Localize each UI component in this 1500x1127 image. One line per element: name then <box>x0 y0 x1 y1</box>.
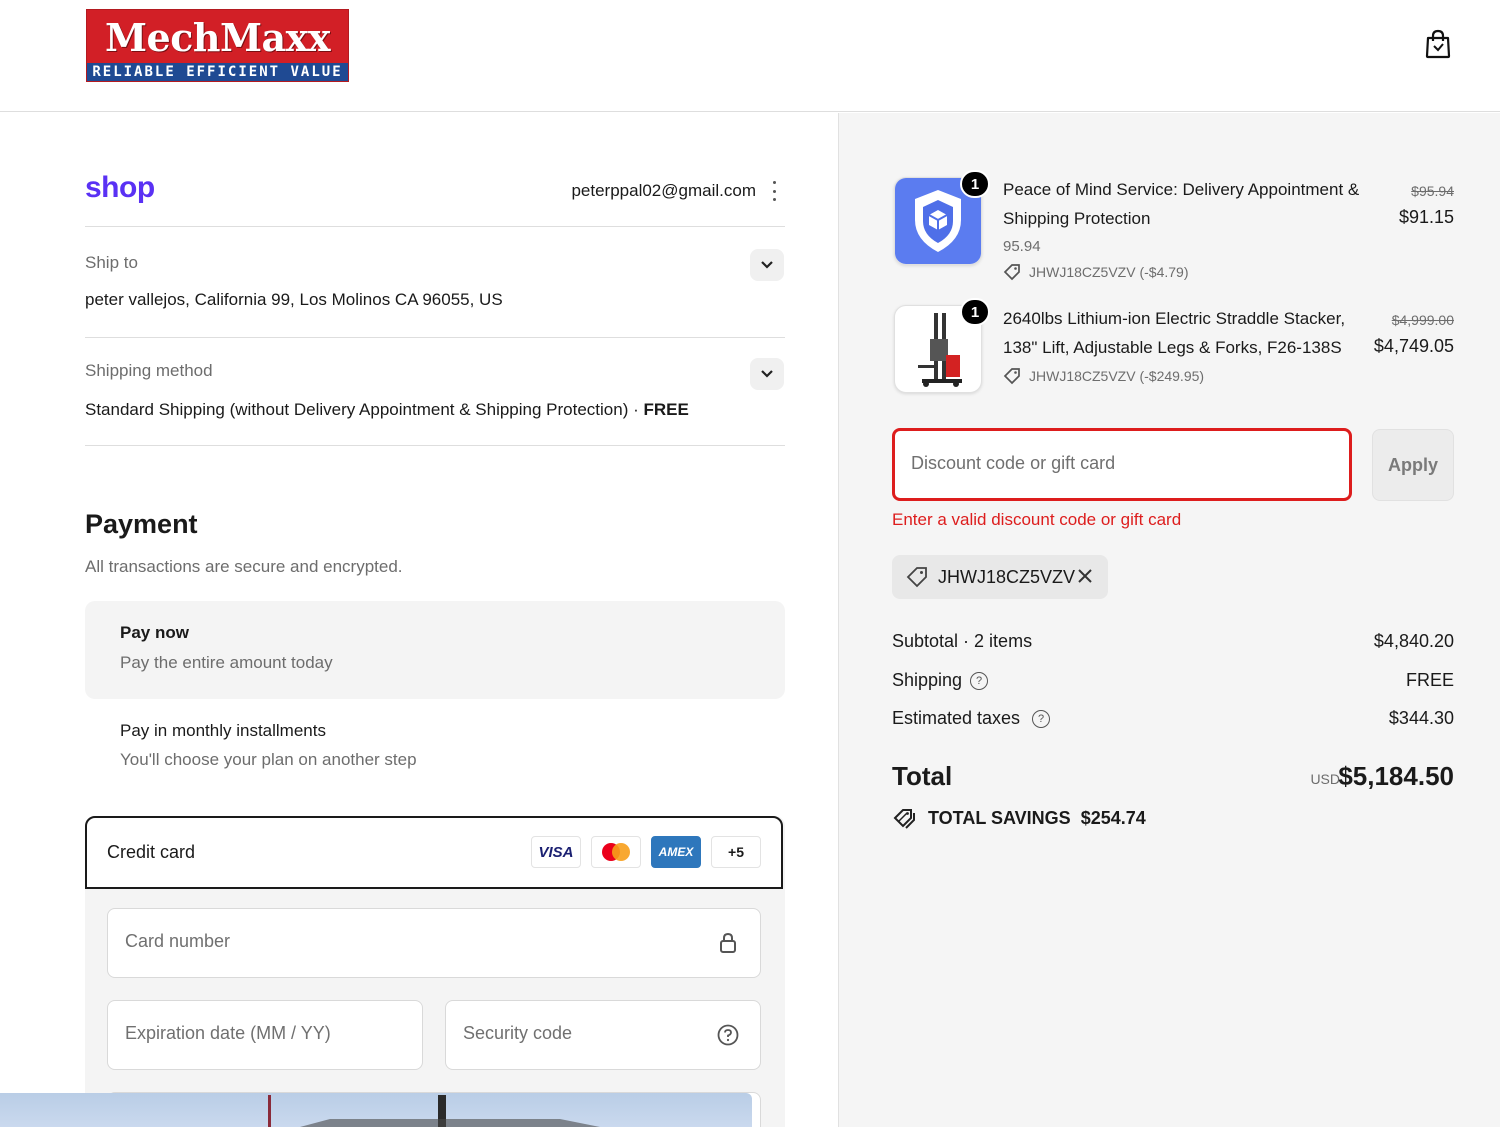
divider <box>85 226 785 227</box>
shipping-row-label: Shipping ? <box>892 670 989 691</box>
stacker-image <box>918 313 962 387</box>
product-title: Peace of Mind Service: Delivery Appointm… <box>1003 175 1359 233</box>
tag-icon <box>1003 368 1020 385</box>
site-header: MechMaxx RELIABLE EFFICIENT VALUE <box>0 0 1500 112</box>
quantity-badge: 1 <box>960 170 990 198</box>
taxes-label: Estimated taxes <box>892 708 1021 728</box>
expiration-date-field[interactable]: Expiration date (MM / YY) <box>107 1000 423 1070</box>
security-code-placeholder: Security code <box>463 1023 573 1043</box>
close-icon <box>1078 569 1092 583</box>
mechmaxx-logo[interactable]: MechMaxx RELIABLE EFFICIENT VALUE <box>86 9 349 82</box>
product-discount: JHWJ18CZ5VZV (-$4.79) <box>1003 263 1188 281</box>
shipping-label: Shipping <box>892 670 963 690</box>
product-original-price: $95.94 <box>1411 183 1454 199</box>
divider <box>85 337 785 338</box>
taxes-value: $344.30 <box>1388 708 1454 728</box>
credit-card-label: Credit card <box>107 842 196 862</box>
product-title-line: 2640lbs Lithium-ion Electric Straddle St… <box>1003 309 1346 328</box>
product-original-price: $4,999.00 <box>1391 312 1454 328</box>
shipping-method-name: Standard Shipping (without Delivery Appo… <box>85 400 629 419</box>
card-number-field[interactable]: Card number <box>107 908 761 978</box>
payment-option-installments[interactable]: Pay in monthly installments You'll choos… <box>85 709 785 799</box>
help-icon[interactable]: ? <box>970 671 989 690</box>
security-code-field[interactable]: Security code <box>445 1000 761 1070</box>
help-icon[interactable] <box>716 1023 740 1047</box>
ship-to-label: Ship to <box>85 253 138 272</box>
product-price: $4,749.05 <box>1373 336 1454 356</box>
total-currency: USD <box>1310 771 1340 787</box>
product-discount-text: JHWJ18CZ5VZV (-$249.95) <box>1029 368 1205 384</box>
credit-card-option[interactable]: Credit card VISA AMEX +5 <box>85 816 783 889</box>
payment-title: Payment <box>85 509 198 539</box>
shipping-method-label: Shipping method <box>85 361 213 380</box>
total-savings-value: $254.74 <box>1080 807 1146 828</box>
applied-discount-chip: JHWJ18CZ5VZV <box>892 555 1108 599</box>
shipping-method-separator: · <box>628 400 644 419</box>
discount-error-message: Enter a valid discount code or gift card <box>892 510 1182 529</box>
shipping-value: FREE <box>1405 670 1454 690</box>
shipping-method-price: FREE <box>643 400 689 419</box>
card-number-placeholder: Card number <box>125 931 231 951</box>
product-title-line: 138" Lift, Adjustable Legs & Forks, F26-… <box>1003 338 1342 357</box>
chevron-down-icon <box>761 370 773 378</box>
option-subtitle: You'll choose your plan on another step <box>120 750 417 769</box>
shipping-method-toggle[interactable] <box>750 358 784 390</box>
subtotal-value: $4,840.20 <box>1373 631 1454 651</box>
taxes-row-label: Estimated taxes ? <box>892 708 1051 729</box>
chevron-down-icon <box>761 261 773 269</box>
option-title: Pay in monthly installments <box>120 721 326 740</box>
bottom-overlay-image <box>0 1093 752 1127</box>
account-menu-icon[interactable] <box>770 181 778 201</box>
checkout-main: shop peterppal02@gmail.com Ship to peter… <box>0 113 838 1127</box>
shopping-bag-icon <box>1425 29 1451 59</box>
tag-icon <box>906 567 927 588</box>
option-title: Pay now <box>120 623 189 642</box>
product-price: $91.15 <box>1398 207 1454 227</box>
credit-card-section: Credit card VISA AMEX +5 Card number Exp… <box>85 816 785 1127</box>
product-title-line: Peace of Mind Service: Delivery Appointm… <box>1003 180 1360 199</box>
ship-to-address: peter vallejos, California 99, Los Molin… <box>85 290 503 309</box>
discount-code-input[interactable]: Discount code or gift card <box>892 428 1352 501</box>
payment-option-pay-now[interactable]: Pay now Pay the entire amount today <box>85 601 785 699</box>
shipping-method-value: Standard Shipping (without Delivery Appo… <box>85 400 689 420</box>
mastercard-logo <box>591 836 641 868</box>
quantity-badge: 1 <box>960 298 990 326</box>
apply-discount-button[interactable]: Apply <box>1372 429 1454 501</box>
product-title: 2640lbs Lithium-ion Electric Straddle St… <box>1003 304 1345 362</box>
lock-icon <box>716 931 740 955</box>
logo-tagline: RELIABLE EFFICIENT VALUE <box>87 63 348 81</box>
shop-pay-logo: shop <box>85 171 155 204</box>
option-subtitle: Pay the entire amount today <box>120 653 333 672</box>
total-label: Total <box>892 761 953 791</box>
total-savings: TOTAL SAVINGS $254.74 <box>892 807 1146 829</box>
tags-icon <box>893 809 915 829</box>
more-brands-badge: +5 <box>711 836 761 868</box>
payment-subtitle: All transactions are secure and encrypte… <box>85 557 403 576</box>
account-email: peterppal02@gmail.com <box>571 181 756 200</box>
mastercard-icon <box>602 843 630 861</box>
remove-discount-button[interactable] <box>1074 565 1096 587</box>
logo-wordmark: MechMaxx <box>104 15 331 60</box>
divider <box>85 445 785 446</box>
product-discount: JHWJ18CZ5VZV (-$249.95) <box>1003 367 1204 385</box>
expiration-placeholder: Expiration date (MM / YY) <box>125 1023 331 1043</box>
product-title-line: Shipping Protection <box>1003 209 1151 228</box>
discount-placeholder: Discount code or gift card <box>911 453 1116 473</box>
applied-discount-code: JHWJ18CZ5VZV <box>938 566 1076 587</box>
ship-to-toggle[interactable] <box>750 249 784 281</box>
cart-button[interactable] <box>1420 26 1456 62</box>
product-discount-text: JHWJ18CZ5VZV (-$4.79) <box>1029 264 1189 280</box>
product-variant: 95.94 <box>1003 238 1041 255</box>
visa-logo: VISA <box>531 836 581 868</box>
total-savings-label: TOTAL SAVINGS <box>928 807 1071 828</box>
help-icon[interactable]: ? <box>1032 709 1051 728</box>
amex-logo: AMEX <box>651 836 701 868</box>
tag-icon <box>1003 264 1020 281</box>
total-value: $5,184.50 <box>1338 761 1454 791</box>
order-summary: 1 Peace of Mind Service: Delivery Appoin… <box>838 113 1500 1127</box>
subtotal-label: Subtotal · 2 items <box>892 631 1033 651</box>
